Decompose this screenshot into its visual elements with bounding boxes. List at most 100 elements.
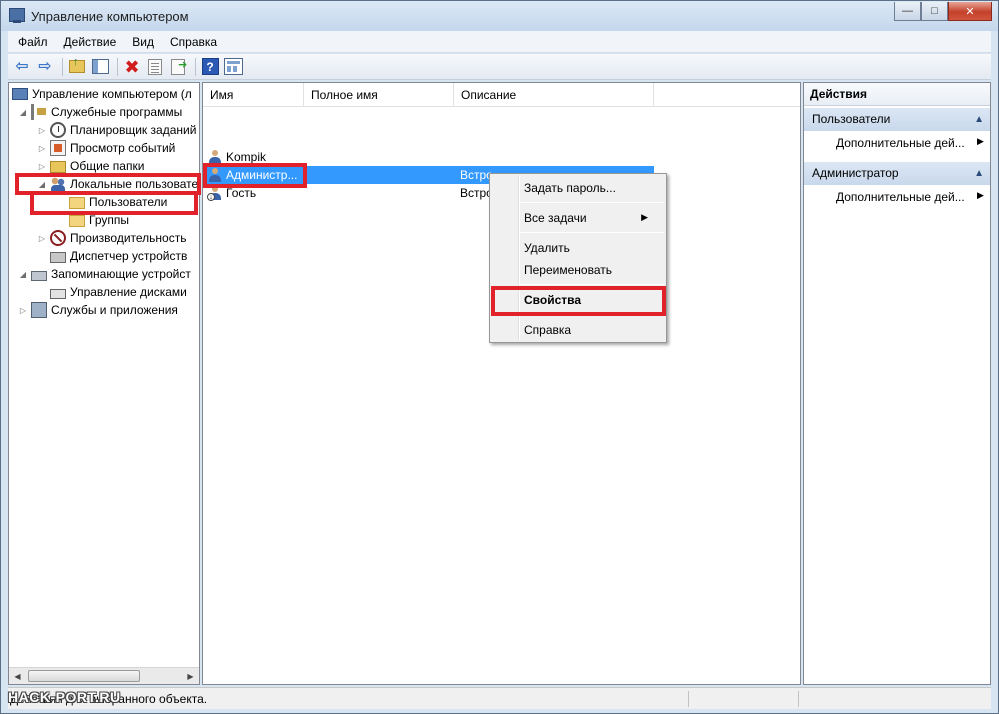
scrollbar-thumb[interactable]: [28, 670, 140, 682]
context-menu-set-password[interactable]: Задать пароль...: [524, 181, 616, 195]
menu-help[interactable]: Справка: [162, 33, 225, 51]
tools-icon: [31, 104, 47, 120]
tree-item-label: Группы: [89, 213, 129, 227]
actions-group-users[interactable]: Пользователи ▲: [804, 108, 990, 131]
status-divider: [688, 691, 689, 707]
actions-pane: Действия Пользователи ▲ Дополнительные д…: [803, 82, 991, 685]
scroll-left-icon[interactable]: ◀: [9, 668, 26, 684]
view-options-icon: [223, 58, 243, 75]
tree-item-system-tools[interactable]: ◢ Служебные программы: [18, 103, 182, 121]
computer-management-window: Управление компьютером — □ ✕ Файл Действ…: [0, 0, 999, 714]
computer-icon: [12, 88, 28, 100]
column-header-name[interactable]: Имя: [203, 83, 304, 107]
folder-icon: [69, 215, 85, 227]
highlight-administrator-row: [203, 163, 307, 188]
tree-horizontal-scrollbar[interactable]: ◀ ▶: [9, 667, 199, 684]
actions-group-administrator[interactable]: Администратор ▲: [804, 162, 990, 185]
tree-item-event-viewer[interactable]: ▷ Просмотр событий: [37, 139, 175, 157]
action-label: Дополнительные дей...: [836, 190, 965, 204]
close-button[interactable]: ✕: [948, 2, 992, 21]
context-menu-help[interactable]: Справка: [524, 323, 571, 337]
help-button[interactable]: ?: [200, 57, 220, 77]
maximize-button[interactable]: □: [921, 2, 948, 21]
list-header: Имя Полное имя Описание: [203, 83, 800, 107]
toolbar: ⇦ ⇨ ✖ ?: [8, 54, 991, 80]
collapse-up-icon[interactable]: ▲: [974, 108, 984, 131]
expand-icon[interactable]: ▷: [37, 126, 47, 135]
action-label: Дополнительные дей...: [836, 136, 965, 150]
tree-item-label: Планировщик заданий: [70, 123, 197, 137]
tree-item-label: Управление компьютером (л: [32, 87, 192, 101]
menu-separator: [520, 202, 664, 203]
tree-item-storage[interactable]: ◢ Запоминающие устройст: [18, 265, 191, 283]
device-manager-icon: [50, 252, 66, 263]
menu-separator: [520, 284, 664, 285]
tree-item-label: Общие папки: [70, 159, 145, 173]
column-header-full-name[interactable]: Полное имя: [304, 83, 454, 107]
export-list-icon: [171, 58, 187, 75]
disk-icon: [50, 289, 66, 299]
collapse-up-icon[interactable]: ▲: [974, 162, 984, 185]
context-menu-all-tasks[interactable]: Все задачи ▶: [524, 211, 658, 225]
tree-item-computer-management[interactable]: Управление компьютером (л: [12, 85, 192, 103]
forward-arrow-icon[interactable]: ⇨: [35, 57, 55, 77]
tree-item-device-manager[interactable]: Диспетчер устройств: [50, 247, 187, 265]
export-list-button[interactable]: [168, 57, 188, 77]
actions-title: Действия: [804, 83, 990, 106]
event-viewer-icon: [50, 140, 66, 156]
toolbar-separator: [62, 57, 63, 76]
tree-item-performance[interactable]: ▷ Производительность: [37, 229, 186, 247]
context-menu-delete[interactable]: Удалить: [524, 241, 570, 255]
back-arrow-icon[interactable]: ⇦: [12, 57, 32, 77]
tree-item-task-scheduler[interactable]: ▷ Планировщик заданий: [37, 121, 196, 139]
submenu-arrow-icon: ▶: [641, 212, 648, 222]
status-divider: [798, 691, 799, 707]
menu-action[interactable]: Действие: [56, 33, 125, 51]
tree-item-label: Диспетчер устройств: [70, 249, 188, 263]
expand-icon[interactable]: ▷: [37, 162, 47, 171]
collapse-icon[interactable]: ◢: [18, 270, 28, 279]
tree-item-label: Производительность: [70, 231, 187, 245]
menu-view[interactable]: Вид: [124, 33, 162, 51]
actions-group-label: Пользователи: [812, 112, 891, 126]
collapse-icon[interactable]: ◢: [18, 108, 28, 117]
menu-item-label: Все задачи: [524, 211, 587, 225]
window-title: Управление компьютером: [31, 9, 189, 24]
performance-icon: [50, 230, 66, 246]
context-menu-rename[interactable]: Переименовать: [524, 263, 612, 277]
action-more-actions-users[interactable]: Дополнительные дей... ▶: [836, 136, 984, 150]
expand-icon[interactable]: ▷: [18, 306, 28, 315]
tree-item-label: Управление дисками: [70, 285, 187, 299]
shared-folder-icon: [50, 161, 66, 173]
menu-file[interactable]: Файл: [10, 33, 56, 51]
action-more-actions-administrator[interactable]: Дополнительные дей... ▶: [836, 190, 984, 204]
services-icon: [31, 302, 47, 318]
user-description: Встро: [460, 168, 493, 182]
toolbar-separator: [117, 57, 118, 76]
tree-item-label: Просмотр событий: [70, 141, 176, 155]
tree-item-label: Служебные программы: [51, 105, 183, 119]
expand-icon[interactable]: ▷: [37, 144, 47, 153]
submenu-arrow-icon: ▶: [977, 190, 984, 200]
tree-item-label: Службы и приложения: [51, 303, 178, 317]
up-folder-button[interactable]: [67, 57, 87, 77]
title-bar[interactable]: Управление компьютером — □ ✕: [1, 1, 998, 31]
tree-item-disk-management[interactable]: Управление дисками: [50, 283, 187, 301]
delete-icon[interactable]: ✖: [122, 57, 142, 77]
scroll-right-icon[interactable]: ▶: [182, 668, 199, 684]
properties-icon: [148, 58, 162, 75]
tree-item-services-apps[interactable]: ▷ Службы и приложения: [18, 301, 178, 319]
expand-icon[interactable]: ▷: [37, 234, 47, 243]
user-name: Kompik: [226, 150, 267, 164]
toolbar-separator: [195, 57, 196, 76]
show-hide-tree-button[interactable]: [90, 57, 110, 77]
menu-bar: Файл Действие Вид Справка: [8, 31, 991, 53]
highlight-users-folder: [30, 191, 198, 215]
minimize-button[interactable]: —: [894, 2, 921, 21]
site-watermark: HACK-PORT.RU: [8, 689, 121, 705]
window-controls: — □ ✕: [894, 2, 992, 21]
view-options-button[interactable]: [223, 57, 243, 77]
properties-button[interactable]: [145, 57, 165, 77]
column-header-description[interactable]: Описание: [454, 83, 654, 107]
user-name: Гость: [226, 186, 257, 200]
